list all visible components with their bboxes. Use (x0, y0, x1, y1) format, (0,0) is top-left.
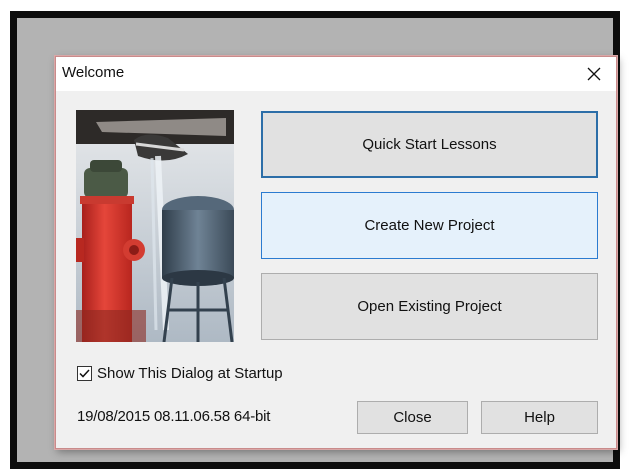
help-button[interactable]: Help (481, 401, 598, 434)
checkmark-icon (79, 368, 90, 378)
dialog-close-button[interactable] (580, 61, 608, 87)
show-at-startup-option[interactable]: Show This Dialog at Startup (77, 363, 283, 383)
show-at-startup-checkbox[interactable] (77, 365, 92, 381)
dialog-titlebar: Welcome (56, 57, 616, 91)
close-button[interactable]: Close (357, 401, 468, 434)
quick-start-lessons-label: Quick Start Lessons (362, 136, 497, 153)
show-at-startup-label: Show This Dialog at Startup (97, 364, 283, 382)
close-icon (587, 67, 601, 81)
help-button-label: Help (524, 409, 555, 426)
create-new-project-label: Create New Project (364, 217, 495, 234)
quick-start-lessons-button[interactable]: Quick Start Lessons (261, 111, 598, 178)
version-info: 19/08/2015 08.11.06.58 64-bit (77, 408, 271, 425)
close-button-label: Close (393, 409, 432, 426)
open-existing-project-label: Open Existing Project (357, 298, 502, 315)
screen: Welcome Quick Start Lessons Create New P… (0, 0, 630, 475)
dialog-title: Welcome (62, 64, 125, 81)
create-new-project-button[interactable]: Create New Project (261, 192, 598, 259)
welcome-dialog: Welcome Quick Start Lessons Create New P… (55, 56, 617, 449)
fire-hydrant-water-tower-illustration (76, 110, 234, 342)
welcome-picture (76, 110, 234, 342)
open-existing-project-button[interactable]: Open Existing Project (261, 273, 598, 340)
